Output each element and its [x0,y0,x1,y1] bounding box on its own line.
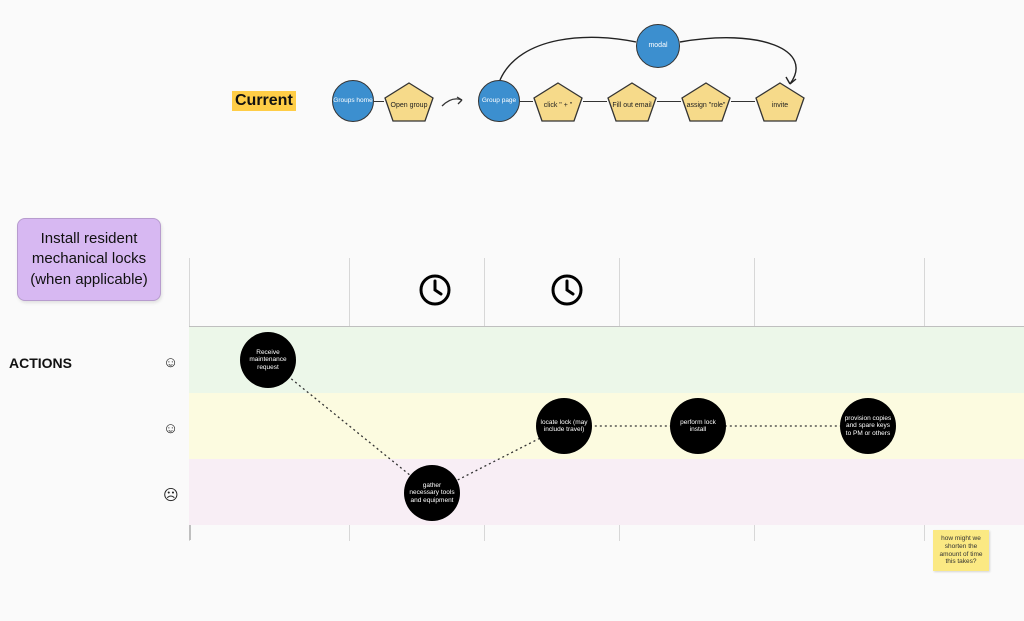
face-happy-icon: ☺ [163,354,178,371]
node-groups-home: Groups home [332,80,374,122]
band-happy [189,327,1024,393]
node-invite: invite [755,82,805,122]
connector [657,101,681,102]
node-fill-email: Fill out email [607,82,657,122]
clock-icon [550,273,584,307]
action-perform-install: perform lock install [670,398,726,454]
action-label: gather necessary tools and equipment [408,482,456,504]
action-receive-request: Receive maintenance request [240,332,296,388]
action-label: perform lock install [674,419,722,434]
connector [583,101,607,102]
connector [374,101,384,102]
node-modal: modal [636,24,680,68]
node-label: Group page [482,97,516,104]
action-label: Receive maintenance request [244,349,292,371]
row-label-actions: ACTIONS [9,355,72,371]
card-text: Install resident mechanical locks (when … [30,230,148,288]
action-label: locate lock (may include travel) [540,419,588,434]
sticky-text: how might we shorten the amount of time … [940,535,983,565]
band-neutral [189,393,1024,459]
node-assign-role: assign "role" [681,82,731,122]
node-label: Open group [384,82,434,122]
action-gather-tools: gather necessary tools and equipment [404,465,460,521]
card-title: Install resident mechanical locks (when … [17,218,161,301]
action-provision-keys: provision copies and spare keys to PM or… [840,398,896,454]
node-group-page: Group page [478,80,520,122]
clock-icon [418,273,452,307]
arrow-icon [440,92,468,110]
band-sad [189,459,1024,525]
face-sad-icon: ☹ [163,486,179,504]
face-neutral-icon: ☺ [163,420,178,437]
action-locate-lock: locate lock (may include travel) [536,398,592,454]
node-label: assign "role" [681,82,731,122]
connector [731,101,755,102]
node-label: click " + " [533,82,583,122]
sticky-note[interactable]: how might we shorten the amount of time … [933,530,989,571]
node-click-plus: click " + " [533,82,583,122]
current-label: Current [232,91,296,111]
node-label: Groups home [333,97,372,104]
node-open-group: Open group [384,82,434,122]
node-label: Fill out email [607,82,657,122]
action-label: provision copies and spare keys to PM or… [844,415,892,437]
node-label: modal [648,42,667,50]
node-label: invite [755,82,805,122]
connector [520,101,533,102]
